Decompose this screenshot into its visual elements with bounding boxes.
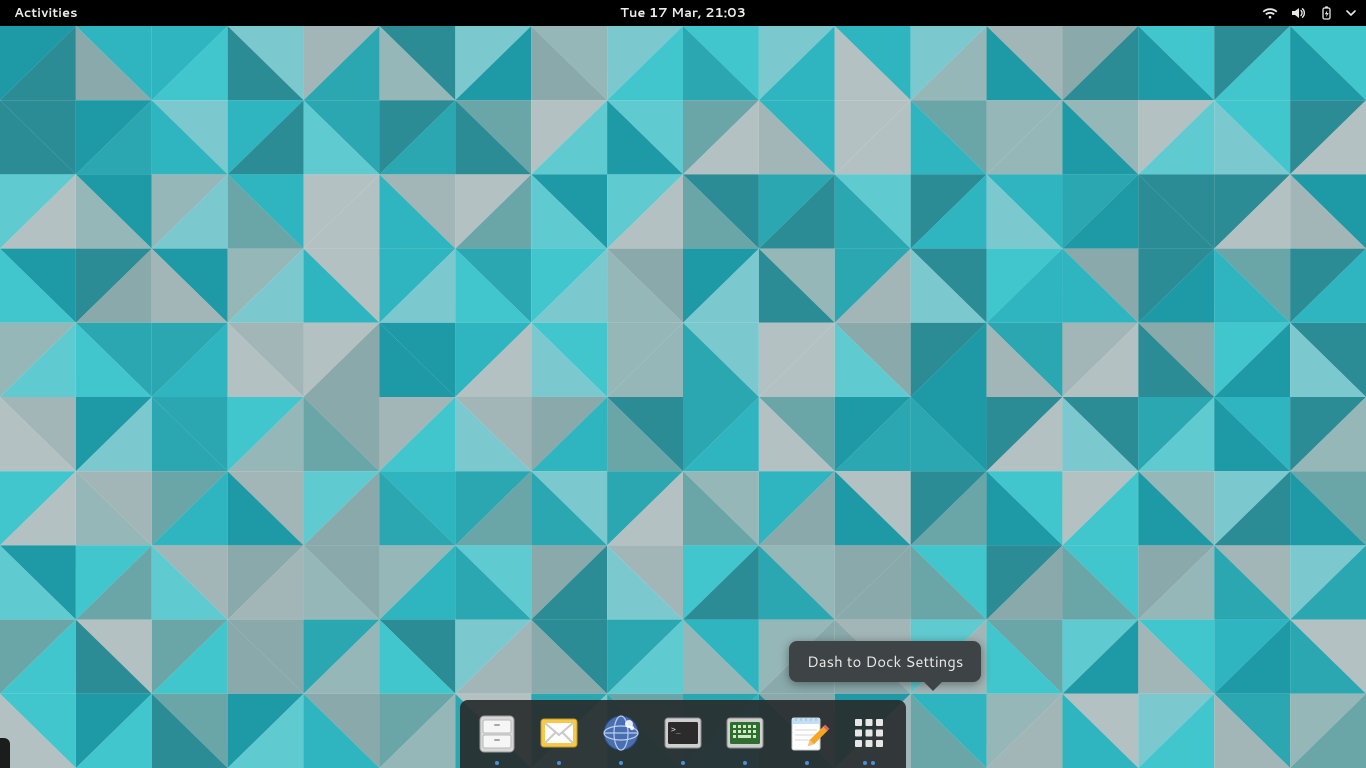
files-icon xyxy=(472,708,522,758)
dock-item-show-applications[interactable] xyxy=(842,706,896,764)
dock-item-texteditor[interactable] xyxy=(780,706,834,764)
dock-item-files[interactable] xyxy=(470,706,524,764)
clock[interactable]: Tue 17 Mar, 21:03 xyxy=(620,4,746,22)
globe-icon xyxy=(596,708,646,758)
chevron-down-icon[interactable] xyxy=(1346,8,1356,18)
dock-item-mail[interactable] xyxy=(532,706,586,764)
system-status-area xyxy=(1262,5,1356,21)
terminal-icon: >_ xyxy=(658,708,708,758)
keyboard-icon xyxy=(720,708,770,758)
mail-icon xyxy=(534,708,584,758)
dock-item-accessories[interactable] xyxy=(718,706,772,764)
desktop-wallpaper: (function(){ var ns="http://www.w3.org/2… xyxy=(0,26,1366,768)
activities-button[interactable]: Activities xyxy=(0,4,92,22)
tooltip-dash-to-dock-settings: Dash to Dock Settings xyxy=(789,641,981,682)
dock: >_ xyxy=(460,700,906,768)
battery-icon[interactable] xyxy=(1318,5,1334,21)
svg-text:>_: >_ xyxy=(671,725,681,734)
notepad-icon xyxy=(782,708,832,758)
left-edge-trigger[interactable] xyxy=(0,738,10,768)
top-bar: Activities Tue 17 Mar, 21:03 xyxy=(0,0,1366,26)
dock-item-browser[interactable] xyxy=(594,706,648,764)
tooltip-text: Dash to Dock Settings xyxy=(807,651,963,672)
dock-item-terminal[interactable]: >_ xyxy=(656,706,710,764)
volume-icon[interactable] xyxy=(1290,5,1306,21)
apps-grid-icon xyxy=(844,708,894,758)
network-wifi-icon[interactable] xyxy=(1262,5,1278,21)
